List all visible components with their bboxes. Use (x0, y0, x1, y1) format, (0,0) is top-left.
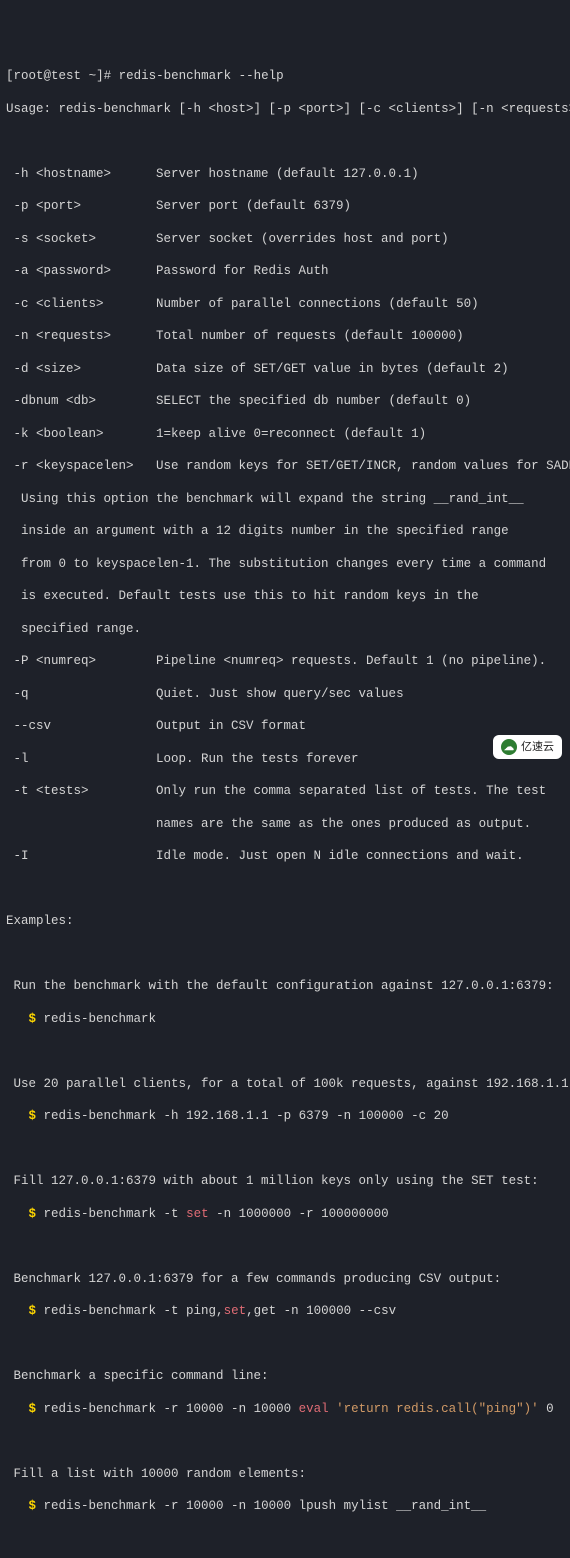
dollar-icon: $ (29, 1109, 44, 1123)
cmd-keyword: set (186, 1207, 209, 1221)
opt-r-cont: specified range. (6, 621, 564, 637)
example-desc: Fill a list with 10000 random elements: (6, 1466, 564, 1482)
usage-line: Usage: redis-benchmark [-h <host>] [-p <… (6, 101, 564, 117)
indent (6, 1207, 29, 1221)
cmd-keyword: eval (299, 1402, 329, 1416)
prompt-end: # (104, 69, 119, 83)
indent (6, 1109, 29, 1123)
cmd-text: redis-benchmark -r 10000 -n 10000 (44, 1402, 299, 1416)
blank (6, 946, 564, 962)
blank (6, 1043, 564, 1059)
indent (6, 1499, 29, 1513)
opt-r-cont: from 0 to keyspacelen-1. The substitutio… (6, 556, 564, 572)
opt-q: -q Quiet. Just show query/sec values (6, 686, 564, 702)
blank (6, 133, 564, 149)
blank (6, 1238, 564, 1254)
blank (6, 1336, 564, 1352)
example-desc: Benchmark a specific command line: (6, 1368, 564, 1384)
cmd-text: -n 1000000 -r 100000000 (209, 1207, 389, 1221)
prompt-open: [ (6, 69, 14, 83)
prompt-at: @ (44, 69, 52, 83)
opt-l: -l Loop. Run the tests forever (6, 751, 564, 767)
opt-c: -c <clients> Number of parallel connecti… (6, 296, 564, 312)
prompt-path: ~ (81, 69, 96, 83)
indent (6, 1304, 29, 1318)
example-cmd: $ redis-benchmark -r 10000 -n 10000 lpus… (6, 1498, 564, 1514)
blank (6, 1433, 564, 1449)
cmd-text: 0 (539, 1402, 554, 1416)
opt-csv: --csv Output in CSV format (6, 718, 564, 734)
dollar-icon: $ (29, 1207, 44, 1221)
cmd-text: redis-benchmark -t (44, 1207, 187, 1221)
dollar-icon: $ (29, 1304, 44, 1318)
example-cmd: $ redis-benchmark (6, 1011, 564, 1027)
indent (6, 1012, 29, 1026)
prompt-close: ] (96, 69, 104, 83)
prompt-line: [root@test ~]# redis-benchmark --help (6, 68, 564, 84)
cmd-text: redis-benchmark -r 10000 -n 10000 lpush … (44, 1499, 487, 1513)
examples-header: Examples: (6, 913, 564, 929)
watermark-badge: ☁ 亿速云 (493, 735, 562, 759)
opt-r-cont: inside an argument with a 12 digits numb… (6, 523, 564, 539)
cmd-string: 'return redis.call("ping")' (329, 1402, 539, 1416)
dollar-icon: $ (29, 1012, 44, 1026)
cloud-icon: ☁ (501, 739, 517, 755)
opt-r-cont: is executed. Default tests use this to h… (6, 588, 564, 604)
opt-P: -P <numreq> Pipeline <numreq> requests. … (6, 653, 564, 669)
cmd-text: redis-benchmark (44, 1012, 157, 1026)
opt-t-cont: names are the same as the ones produced … (6, 816, 564, 832)
opt-a: -a <password> Password for Redis Auth (6, 263, 564, 279)
blank (6, 1531, 564, 1547)
cmd-text: redis-benchmark -h 192.168.1.1 -p 6379 -… (44, 1109, 449, 1123)
opt-r: -r <keyspacelen> Use random keys for SET… (6, 458, 564, 474)
opt-I: -I Idle mode. Just open N idle connectio… (6, 848, 564, 864)
opt-n: -n <requests> Total number of requests (… (6, 328, 564, 344)
opt-dbnum: -dbnum <db> SELECT the specified db numb… (6, 393, 564, 409)
example-desc: Benchmark 127.0.0.1:6379 for a few comma… (6, 1271, 564, 1287)
opt-r-cont: Using this option the benchmark will exp… (6, 491, 564, 507)
example-cmd: $ redis-benchmark -h 192.168.1.1 -p 6379… (6, 1108, 564, 1124)
example-cmd: $ redis-benchmark -t set -n 1000000 -r 1… (6, 1206, 564, 1222)
blank (6, 1141, 564, 1157)
dollar-icon: $ (29, 1402, 44, 1416)
cmd-text: ,get -n 100000 --csv (246, 1304, 396, 1318)
example-desc: Use 20 parallel clients, for a total of … (6, 1076, 564, 1092)
opt-p: -p <port> Server port (default 6379) (6, 198, 564, 214)
cmd-text: redis-benchmark -t ping, (44, 1304, 224, 1318)
prompt-user: root (14, 69, 44, 83)
dollar-icon: $ (29, 1499, 44, 1513)
indent (6, 1402, 29, 1416)
example-cmd: $ redis-benchmark -r 10000 -n 10000 eval… (6, 1401, 564, 1417)
opt-s: -s <socket> Server socket (overrides hos… (6, 231, 564, 247)
example-desc: Fill 127.0.0.1:6379 with about 1 million… (6, 1173, 564, 1189)
opt-h: -h <hostname> Server hostname (default 1… (6, 166, 564, 182)
invoked-command: redis-benchmark --help (119, 69, 284, 83)
example-cmd: $ redis-benchmark -t ping,set,get -n 100… (6, 1303, 564, 1319)
blank (6, 881, 564, 897)
example-desc: Run the benchmark with the default confi… (6, 978, 564, 994)
prompt-host: test (51, 69, 81, 83)
opt-k: -k <boolean> 1=keep alive 0=reconnect (d… (6, 426, 564, 442)
cmd-keyword: set (224, 1304, 247, 1318)
watermark-text: 亿速云 (521, 740, 554, 754)
opt-d: -d <size> Data size of SET/GET value in … (6, 361, 564, 377)
opt-t: -t <tests> Only run the comma separated … (6, 783, 564, 799)
